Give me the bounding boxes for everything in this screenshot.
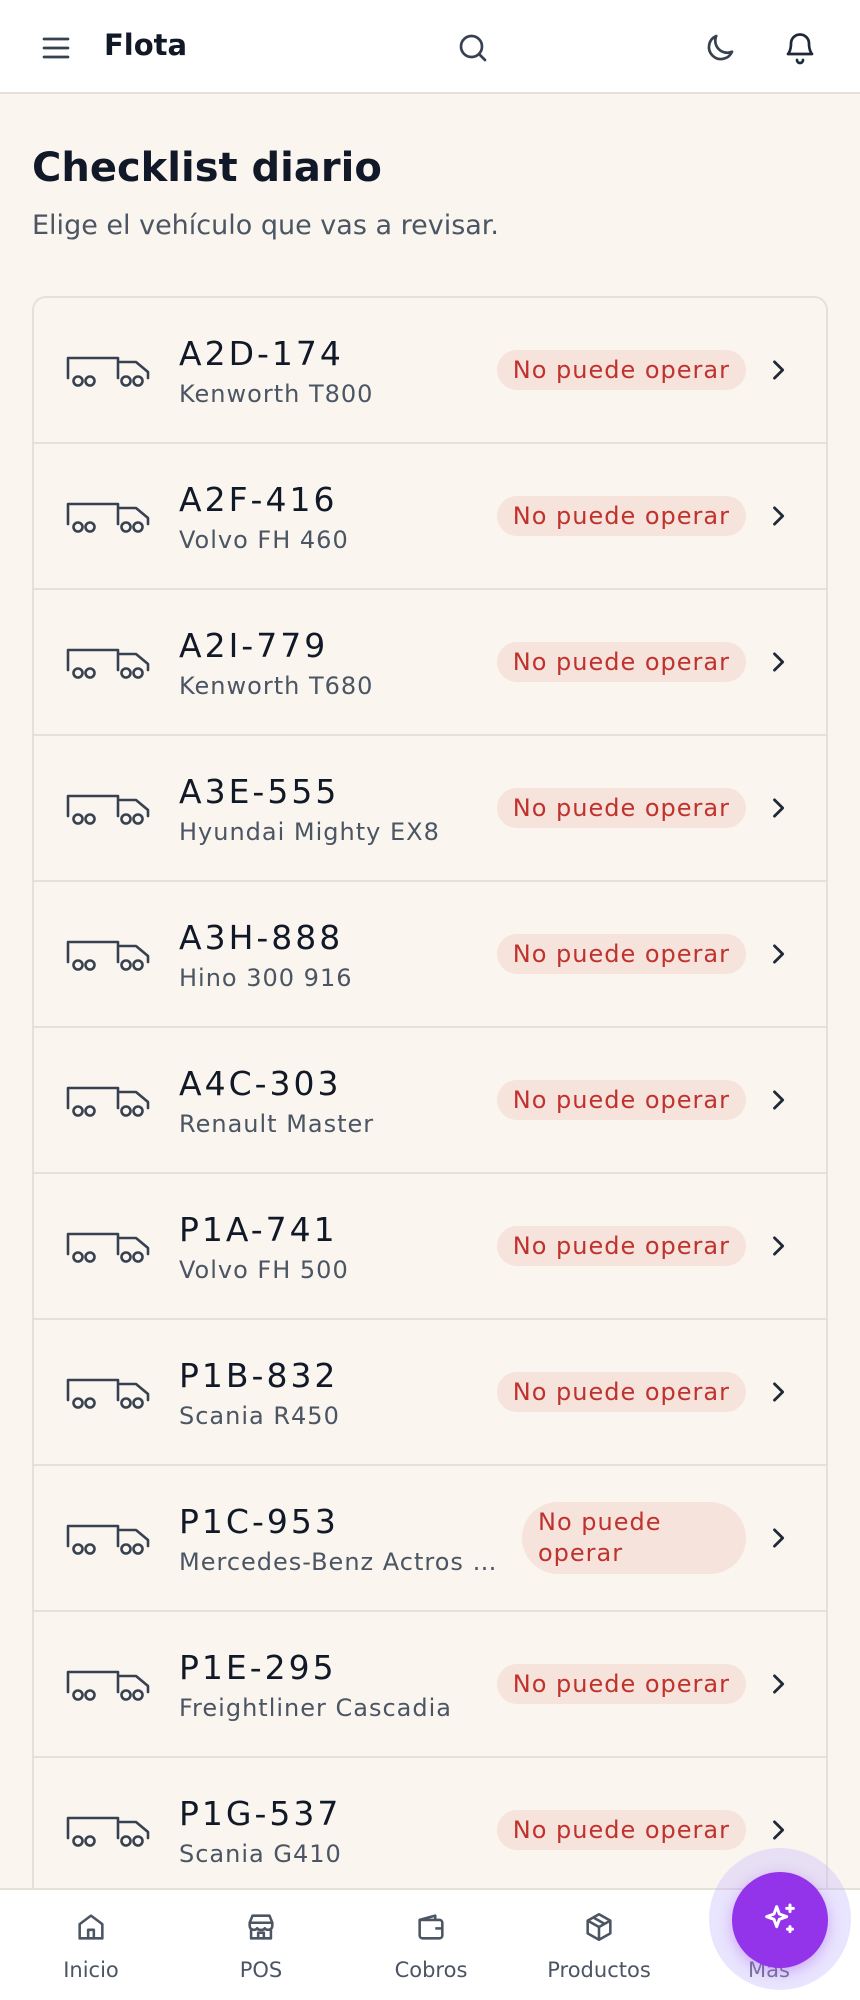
status-badge: No puede operar [496, 1080, 746, 1120]
chevron-right-icon [764, 1524, 792, 1552]
vehicle-plate: A4C-303 [179, 1064, 342, 1103]
chevron-right-icon [764, 1232, 792, 1260]
truck-icon [66, 1224, 152, 1268]
chevron-right-icon [764, 1670, 792, 1698]
truck-icon [66, 348, 152, 392]
vehicle-model: Freightliner Cascadia [179, 1694, 452, 1722]
vehicle-plate: P1A-741 [179, 1210, 338, 1249]
status-badge: No puede operar [496, 1226, 746, 1266]
truck-icon [66, 1808, 152, 1852]
truck-icon [66, 1516, 152, 1560]
app-title: Flota [104, 28, 188, 62]
vehicle-row[interactable]: A2D-174 Kenworth T800 No puede operar [34, 298, 826, 444]
vehicle-model: Renault Master [179, 1110, 375, 1138]
vehicle-model: Kenworth T800 [179, 380, 374, 408]
nav-item-pos[interactable]: POS [176, 1890, 346, 2000]
assistant-fab-button[interactable] [732, 1872, 828, 1968]
status-badge: No puede operar [496, 934, 746, 974]
status-badge: No puede operar [496, 496, 746, 536]
status-badge: No puede operar [496, 350, 746, 390]
top-app-bar: Flota [0, 0, 860, 94]
vehicle-model: Hyundai Mighty EX8 [179, 818, 440, 846]
vehicle-model: Mercedes-Benz Actros 2... [179, 1548, 499, 1576]
vehicle-plate: P1B-832 [179, 1356, 339, 1395]
vehicle-model: Volvo FH 500 [179, 1256, 349, 1284]
chevron-right-icon [764, 356, 792, 384]
vehicle-row[interactable]: A3H-888 Hino 300 916 No puede operar [34, 882, 826, 1028]
chevron-right-icon [764, 1086, 792, 1114]
chevron-right-icon [764, 1378, 792, 1406]
menu-icon[interactable] [38, 30, 74, 66]
vehicle-row[interactable]: A4C-303 Renault Master No puede operar [34, 1028, 826, 1174]
nav-label: Productos [547, 1958, 651, 1982]
vehicle-row[interactable]: P1B-832 Scania R450 No puede operar [34, 1320, 826, 1466]
vehicle-plate: A3H-888 [179, 918, 344, 957]
vehicle-list: A2D-174 Kenworth T800 No puede operar A2F-4… [32, 296, 828, 2000]
vehicle-plate: A2F-416 [179, 480, 338, 519]
vehicle-row[interactable]: P1G-537 Scania G410 No puede operar [34, 1758, 826, 1904]
truck-icon [66, 1370, 152, 1414]
chevron-right-icon [764, 1816, 792, 1844]
vehicle-row[interactable]: A2F-416 Volvo FH 460 No puede operar [34, 444, 826, 590]
home-icon [78, 1914, 104, 1940]
nav-item-productos[interactable]: Productos [514, 1890, 684, 2000]
vehicle-plate: A2I-779 [179, 626, 329, 665]
status-badge: No puede operar [522, 1502, 746, 1574]
moon-icon[interactable] [702, 30, 738, 66]
vehicle-model: Volvo FH 460 [179, 526, 349, 554]
vehicle-plate: P1C-953 [179, 1502, 339, 1541]
status-badge: No puede operar [496, 1664, 746, 1704]
status-badge: No puede operar [496, 642, 746, 682]
nav-label: POS [239, 1958, 283, 1982]
page-title: Checklist diario [32, 145, 382, 191]
vehicle-plate: P1G-537 [179, 1794, 342, 1833]
chevron-right-icon [764, 940, 792, 968]
truck-icon [66, 494, 152, 538]
vehicle-row[interactable]: P1A-741 Volvo FH 500 No puede operar [34, 1174, 826, 1320]
vehicle-model: Kenworth T680 [179, 672, 374, 700]
nav-item-cobros[interactable]: Cobros [346, 1890, 516, 2000]
truck-icon [66, 1078, 152, 1122]
store-icon [248, 1914, 274, 1940]
nav-item-inicio[interactable]: Inicio [6, 1890, 176, 2000]
status-badge: No puede operar [496, 788, 746, 828]
truck-icon [66, 932, 152, 976]
search-icon[interactable] [455, 30, 491, 66]
vehicle-row[interactable]: P1C-953 Mercedes-Benz Actros 2... No puede… [34, 1466, 826, 1612]
vehicle-model: Hino 300 916 [179, 964, 353, 992]
vehicle-plate: A2D-174 [179, 334, 344, 373]
nav-label: Cobros [394, 1958, 468, 1982]
bell-icon[interactable] [782, 30, 818, 66]
chevron-right-icon [764, 794, 792, 822]
nav-label: Inicio [63, 1958, 119, 1982]
package-icon [586, 1912, 612, 1942]
vehicle-row[interactable]: A3E-555 Hyundai Mighty EX8 No puede operar [34, 736, 826, 882]
wallet-icon [418, 1914, 444, 1940]
vehicle-model: Scania G410 [179, 1840, 342, 1868]
vehicle-model: Scania R450 [179, 1402, 340, 1430]
page-subtitle: Elige el vehículo que vas a revisar. [32, 210, 500, 241]
sparkles-icon [765, 1903, 795, 1934]
chevron-right-icon [764, 648, 792, 676]
chevron-right-icon [764, 502, 792, 530]
vehicle-row[interactable]: A2I-779 Kenworth T680 No puede operar [34, 590, 826, 736]
vehicle-plate: A3E-555 [179, 772, 340, 811]
status-badge: No puede operar [496, 1810, 746, 1850]
status-badge: No puede operar [496, 1372, 746, 1412]
truck-icon [66, 1662, 152, 1706]
vehicle-row[interactable]: P1E-295 Freightliner Cascadia No puede ope… [34, 1612, 826, 1758]
truck-icon [66, 786, 152, 830]
vehicle-plate: P1E-295 [179, 1648, 337, 1687]
truck-icon [66, 640, 152, 684]
